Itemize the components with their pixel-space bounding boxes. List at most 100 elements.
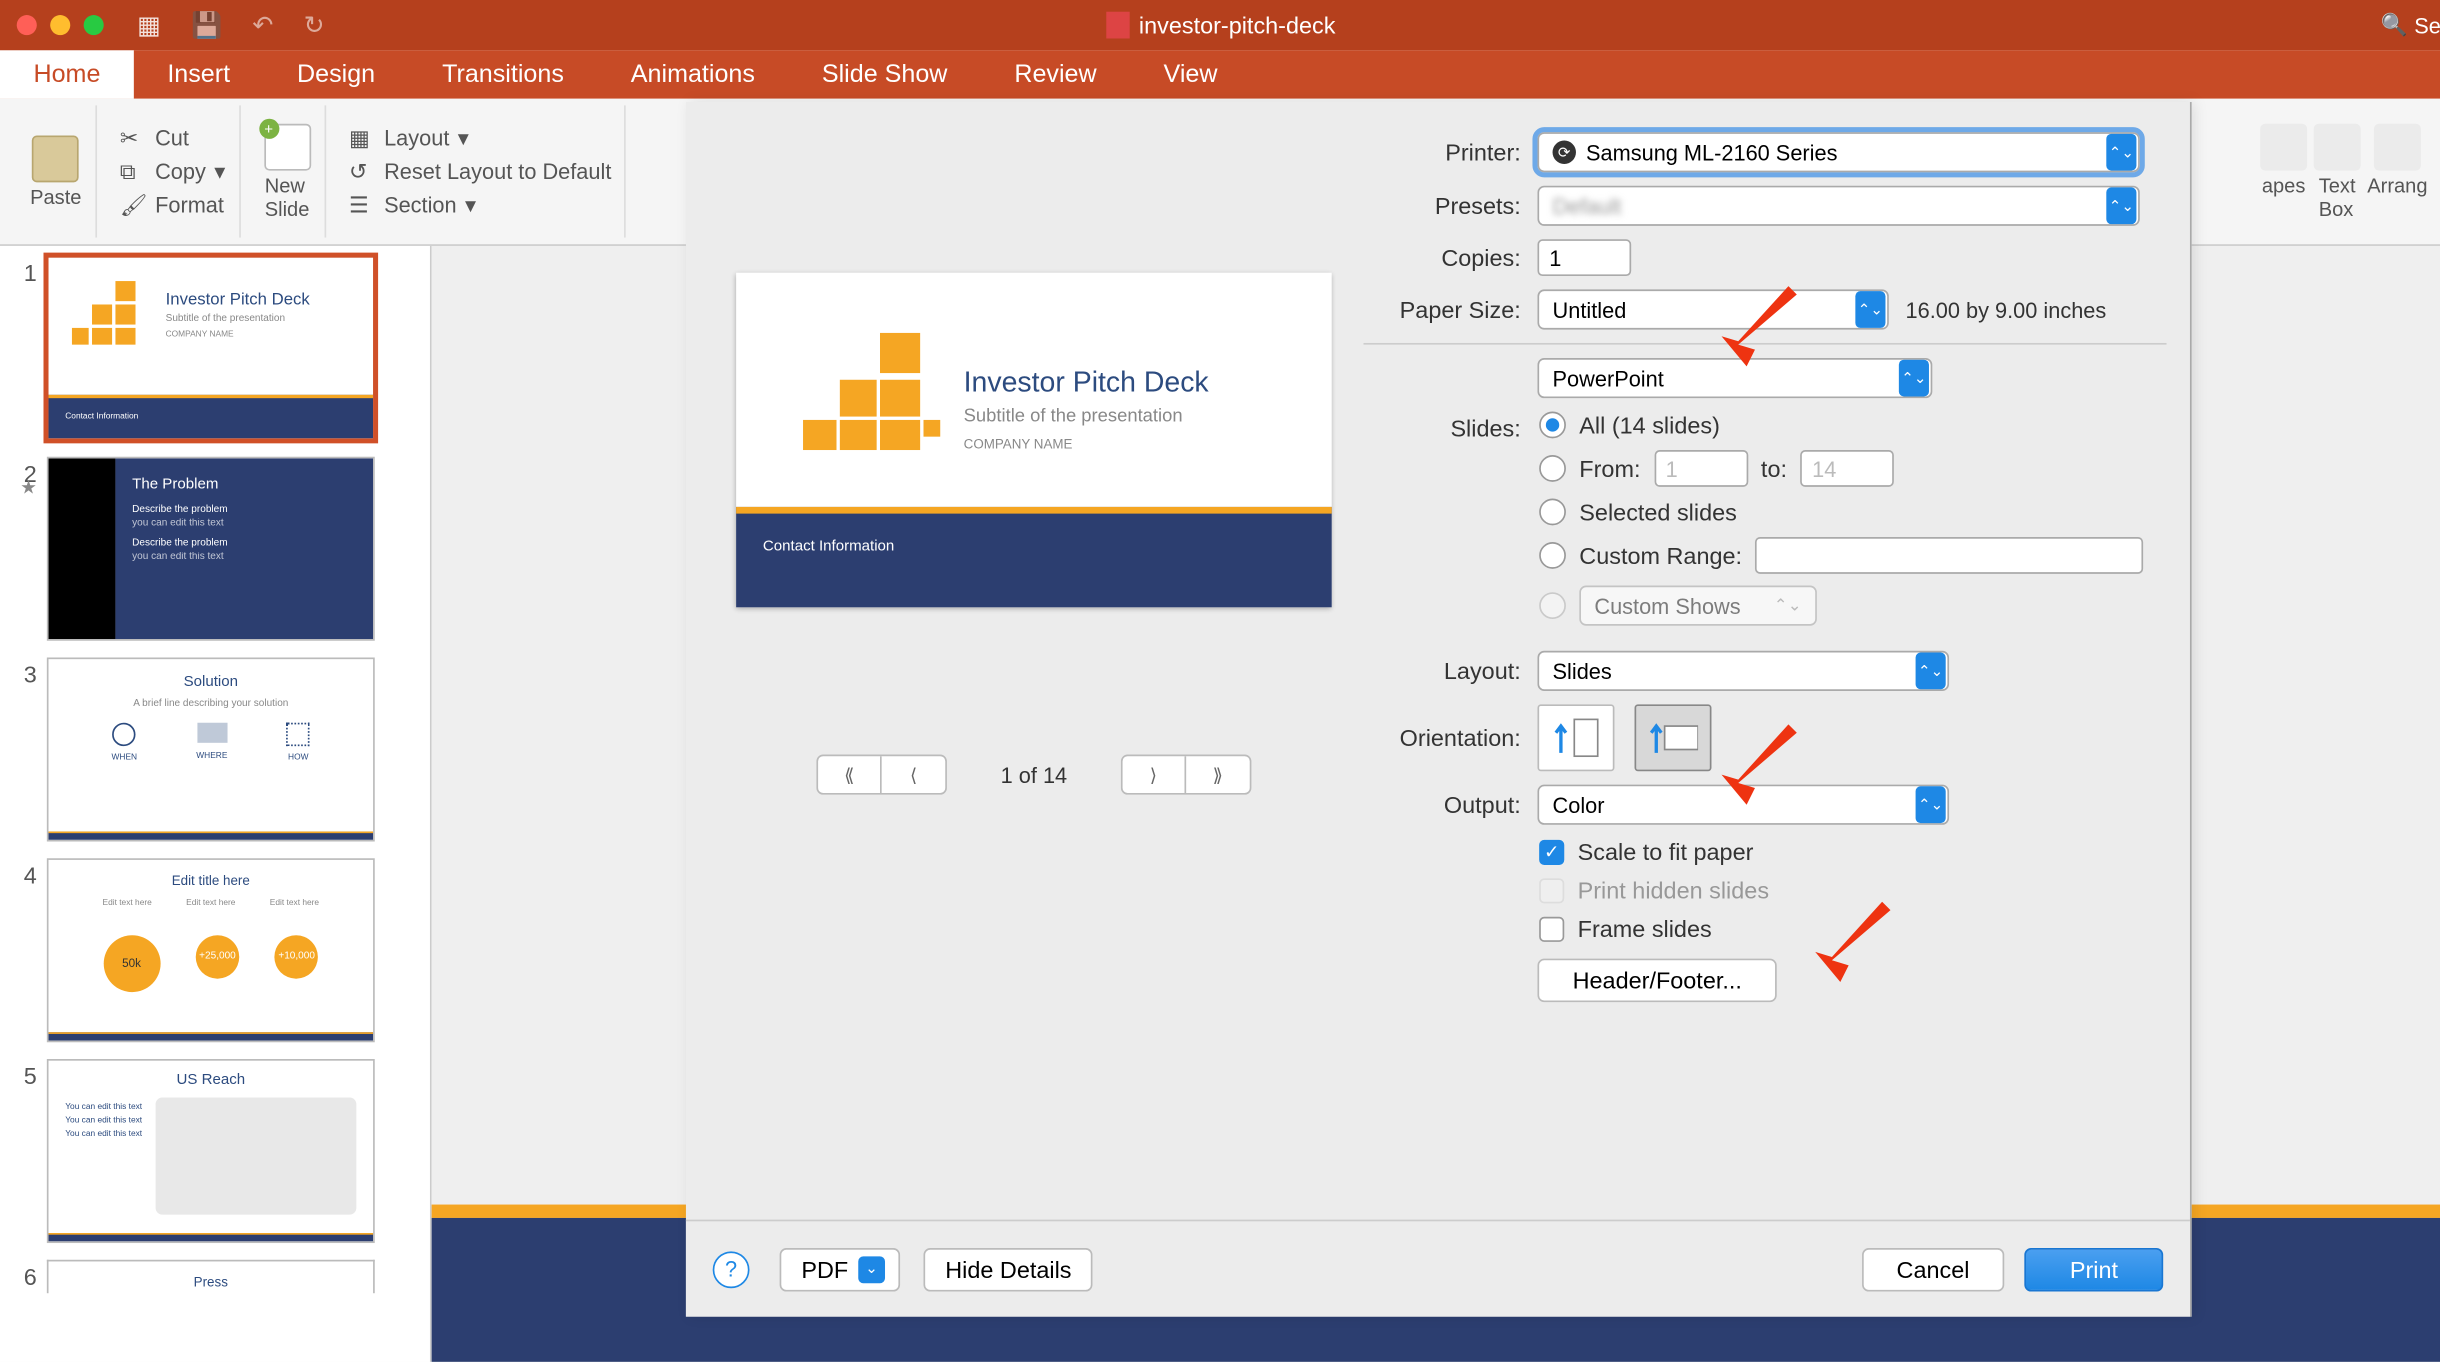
layout-button[interactable]: ▦Layout ▾ — [349, 121, 469, 154]
dropdown-arrow-icon: ⌃⌄ — [1916, 652, 1946, 689]
annotation-arrow — [1807, 902, 1907, 986]
tab-review[interactable]: Review — [981, 50, 1130, 99]
presets-select[interactable]: Default ⌃⌄ — [1537, 186, 2139, 226]
undo-icon[interactable]: ↶ — [252, 10, 273, 40]
powerpoint-file-icon — [1105, 12, 1128, 39]
slide-thumbnail-4[interactable]: Edit title here Edit text hereEdit text … — [47, 858, 375, 1042]
presets-label: Presets: — [1363, 192, 1537, 219]
hide-details-button[interactable]: Hide Details — [923, 1247, 1093, 1290]
new-slide-icon: + — [264, 123, 311, 170]
paper-size-label: Paper Size: — [1363, 296, 1537, 323]
titlebar: ▦ 💾 ↶ ↻ investor-pitch-deck 🔍 Se — [0, 0, 2440, 50]
next-page-button[interactable]: ⟩ — [1122, 756, 1186, 793]
copies-input[interactable] — [1537, 239, 1631, 276]
reset-icon: ↺ — [349, 158, 376, 185]
dropdown-arrow-icon: ⌃⌄ — [2106, 134, 2136, 171]
search-area[interactable]: 🔍 Se — [2381, 12, 2440, 39]
preview-slide: Investor Pitch Deck Subtitle of the pres… — [736, 273, 1332, 608]
maximize-window-button[interactable] — [84, 15, 104, 35]
close-window-button[interactable] — [17, 15, 37, 35]
last-page-button[interactable]: ⟫ — [1186, 756, 1250, 793]
pdf-button[interactable]: PDF⌄ — [780, 1247, 900, 1290]
minimize-window-button[interactable] — [50, 15, 70, 35]
slides-all-radio[interactable] — [1539, 412, 1566, 439]
annotation-arrow — [1713, 286, 1813, 370]
app-window: ▦ 💾 ↶ ↻ investor-pitch-deck 🔍 Se Home In… — [0, 0, 2440, 1362]
slide-thumbnail-3[interactable]: Solution A brief line describing your so… — [47, 657, 375, 841]
redo-icon[interactable]: ↻ — [304, 10, 325, 40]
tab-design[interactable]: Design — [264, 50, 409, 99]
shapes-button[interactable]: apes — [2260, 123, 2307, 220]
clipboard-icon — [32, 135, 79, 182]
slides-from-input[interactable] — [1654, 450, 1748, 487]
print-preview: Investor Pitch Deck Subtitle of the pres… — [716, 273, 1352, 795]
slides-to-input[interactable] — [1800, 450, 1894, 487]
section-button[interactable]: ☰Section ▾ — [349, 188, 476, 221]
dropdown-arrow-icon: ⌄ — [858, 1256, 885, 1283]
copies-label: Copies: — [1363, 244, 1537, 271]
printer-select[interactable]: ⟳Samsung ML-2160 Series ⌃⌄ — [1537, 132, 2139, 172]
custom-shows-select: Custom Shows ⌃⌄ — [1579, 586, 1817, 626]
star-icon: ★ — [7, 477, 37, 499]
custom-shows-radio — [1539, 592, 1566, 619]
dropdown-arrow-icon: ⌃⌄ — [1899, 360, 1929, 397]
print-button[interactable]: Print — [2025, 1247, 2164, 1290]
toolbar-view-icon[interactable]: ▦ — [137, 10, 161, 40]
layout-form-label: Layout: — [1363, 657, 1537, 684]
tab-slideshow[interactable]: Slide Show — [788, 50, 980, 99]
scale-to-fit-checkbox[interactable]: ✓ — [1539, 839, 1564, 864]
textbox-button[interactable]: Text Box — [2314, 123, 2361, 220]
cut-button[interactable]: ✂Cut — [120, 121, 189, 154]
print-dialog: Investor Pitch Deck Subtitle of the pres… — [686, 102, 2192, 1317]
ribbon-tabs: Home Insert Design Transitions Animation… — [0, 50, 2440, 99]
first-page-button[interactable]: ⟪ — [818, 756, 882, 793]
search-icon: 🔍 — [2381, 12, 2408, 39]
output-label: Output: — [1363, 791, 1537, 818]
tab-insert[interactable]: Insert — [134, 50, 264, 99]
print-form: Printer: ⟳Samsung ML-2160 Series ⌃⌄ Pres… — [1363, 132, 2166, 1002]
document-title: investor-pitch-deck — [1105, 12, 1335, 39]
slide-thumbnail-6[interactable]: Press — [47, 1260, 375, 1293]
prev-page-button[interactable]: ⟨ — [882, 756, 946, 793]
reset-button[interactable]: ↺Reset Layout to Default — [349, 155, 611, 188]
slide-number: 1 — [7, 256, 37, 440]
new-slide-button[interactable]: + New Slide — [264, 123, 311, 220]
layout-select[interactable]: Slides ⌃⌄ — [1537, 651, 1949, 691]
frame-slides-checkbox[interactable] — [1539, 916, 1564, 941]
tab-animations[interactable]: Animations — [597, 50, 788, 99]
slide-number: 4 — [7, 858, 37, 1042]
tab-transitions[interactable]: Transitions — [409, 50, 598, 99]
orientation-portrait-button[interactable] — [1537, 704, 1614, 771]
page-counter: 1 of 14 — [1001, 762, 1068, 787]
brush-icon: 🖌 — [120, 192, 147, 219]
shapes-icon — [2260, 123, 2307, 170]
custom-range-radio[interactable] — [1539, 542, 1566, 569]
slide-thumbnail-1[interactable]: Investor Pitch Deck Subtitle of the pres… — [47, 256, 375, 440]
slides-from-radio[interactable] — [1539, 455, 1566, 482]
dropdown-arrow-icon: ⌃⌄ — [1855, 291, 1885, 328]
header-footer-button[interactable]: Header/Footer... — [1537, 959, 1777, 1002]
custom-range-input[interactable] — [1755, 537, 2143, 574]
print-hidden-checkbox — [1539, 877, 1564, 902]
arrange-button[interactable]: Arrang — [2367, 123, 2427, 220]
window-controls — [17, 15, 104, 35]
dialog-footer: ? PDF⌄ Hide Details Cancel Print — [686, 1220, 2190, 1317]
save-icon[interactable]: 💾 — [191, 10, 222, 40]
copy-button[interactable]: ⧉Copy ▾ — [120, 155, 225, 188]
slide-thumbnail-2[interactable]: The Problem Describe the problem you can… — [47, 457, 375, 641]
dropdown-arrow-icon: ⌃⌄ — [2106, 187, 2136, 224]
cancel-button[interactable]: Cancel — [1861, 1247, 2004, 1290]
copy-icon: ⧉ — [120, 158, 147, 185]
tab-view[interactable]: View — [1130, 50, 1251, 99]
slide-panel[interactable]: 1 Investor Pitch Deck Subtitle of the pr… — [0, 246, 432, 1362]
printer-status-icon: ⟳ — [1553, 141, 1576, 164]
tab-home[interactable]: Home — [0, 50, 134, 99]
help-button[interactable]: ? — [713, 1251, 750, 1288]
format-painter-button[interactable]: 🖌Format — [120, 188, 224, 221]
paste-button[interactable]: Paste — [30, 135, 81, 209]
slide-thumbnail-5[interactable]: US Reach You can edit this text You can … — [47, 1059, 375, 1243]
annotation-arrow — [1713, 724, 1813, 808]
orientation-landscape-button[interactable] — [1635, 704, 1712, 771]
selected-slides-radio[interactable] — [1539, 499, 1566, 526]
slide-number: 3 — [7, 657, 37, 841]
